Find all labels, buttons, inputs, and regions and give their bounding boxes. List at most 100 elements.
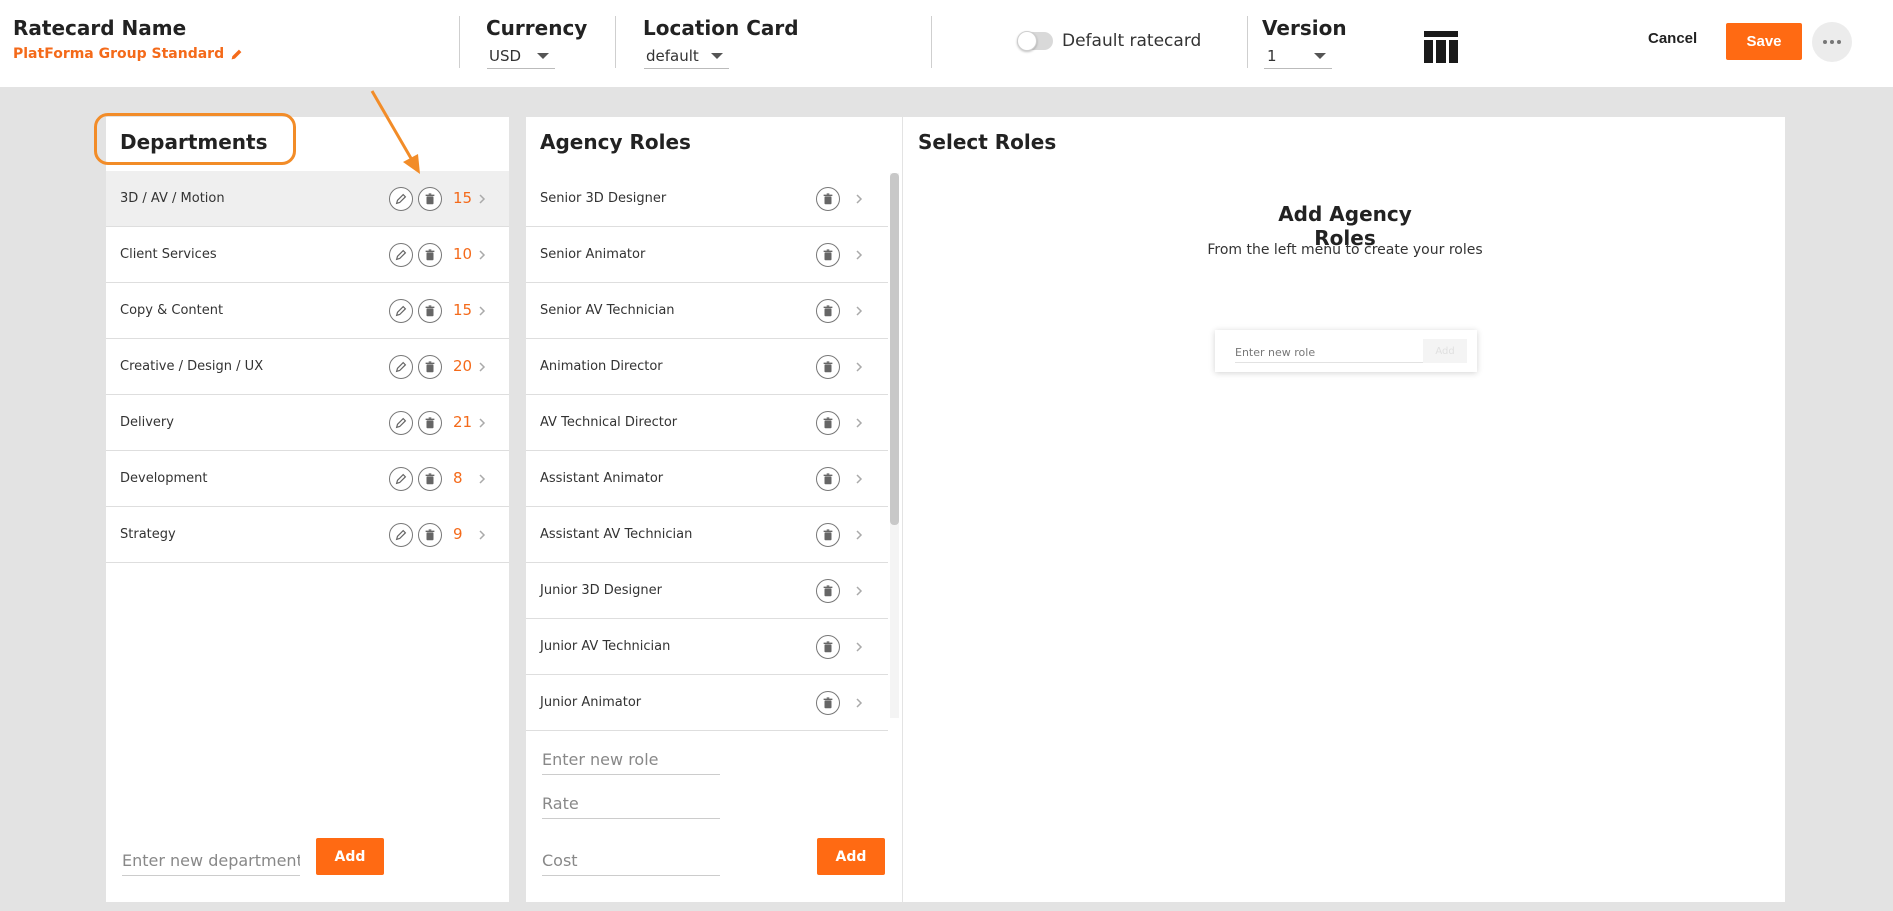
agency-role-row[interactable]: Assistant Animator bbox=[526, 451, 888, 507]
agency-role-label: Junior Animator bbox=[540, 695, 642, 710]
edit-pencil-icon[interactable] bbox=[389, 243, 413, 267]
department-row[interactable]: Creative / Design / UX 20 bbox=[106, 339, 509, 395]
agency-role-row[interactable]: Assistant AV Technician bbox=[526, 507, 888, 563]
agency-role-row[interactable]: Animation Director bbox=[526, 339, 888, 395]
agency-role-row[interactable]: Senior 3D Designer bbox=[526, 171, 888, 227]
empty-state-subtitle: From the left menu to create your roles bbox=[1207, 242, 1483, 258]
new-role-input[interactable] bbox=[542, 745, 720, 775]
department-row[interactable]: Client Services 10 bbox=[106, 227, 509, 283]
agency-role-label: Senior Animator bbox=[540, 247, 646, 262]
agency-role-row[interactable]: Junior Animator bbox=[526, 675, 888, 731]
agency-role-label: Junior 3D Designer bbox=[540, 583, 662, 598]
edit-pencil-icon[interactable] bbox=[389, 187, 413, 211]
edit-pencil-icon[interactable] bbox=[389, 355, 413, 379]
header-divider bbox=[931, 16, 932, 68]
location-card-select[interactable]: default bbox=[644, 43, 729, 69]
delete-trash-icon[interactable] bbox=[816, 187, 840, 211]
agency-role-row[interactable]: Senior AV Technician bbox=[526, 283, 888, 339]
delete-trash-icon[interactable] bbox=[816, 299, 840, 323]
delete-trash-icon[interactable] bbox=[418, 523, 442, 547]
edit-pencil-icon[interactable] bbox=[389, 299, 413, 323]
department-label: Delivery bbox=[120, 415, 174, 430]
currency-select[interactable]: USD bbox=[487, 43, 555, 69]
agency-role-label: Junior AV Technician bbox=[540, 639, 671, 654]
currency-value: USD bbox=[489, 46, 522, 65]
department-label: Development bbox=[120, 471, 208, 486]
department-row[interactable]: Copy & Content 15 bbox=[106, 283, 509, 339]
delete-trash-icon[interactable] bbox=[816, 691, 840, 715]
delete-trash-icon[interactable] bbox=[816, 467, 840, 491]
ratecard-name-text: PlatForma Group Standard bbox=[13, 46, 225, 62]
department-label: Client Services bbox=[120, 247, 217, 262]
role-count-badge: 15 bbox=[453, 189, 473, 207]
table-view-icon[interactable] bbox=[1424, 31, 1458, 63]
department-row[interactable]: Strategy 9 bbox=[106, 507, 509, 563]
delete-trash-icon[interactable] bbox=[816, 411, 840, 435]
delete-trash-icon[interactable] bbox=[816, 523, 840, 547]
chevron-right-icon bbox=[853, 248, 865, 262]
default-ratecard-toggle[interactable] bbox=[1017, 31, 1053, 51]
header-divider bbox=[615, 16, 616, 68]
empty-state-illustration: Enter new role Add bbox=[1215, 330, 1477, 372]
chevron-right-icon bbox=[476, 304, 488, 318]
department-row[interactable]: Development 8 bbox=[106, 451, 509, 507]
agency-role-label: Assistant Animator bbox=[540, 471, 664, 486]
department-label: Copy & Content bbox=[120, 303, 224, 318]
department-row[interactable]: Delivery 21 bbox=[106, 395, 509, 451]
agency-role-row[interactable]: Senior Animator bbox=[526, 227, 888, 283]
delete-trash-icon[interactable] bbox=[816, 635, 840, 659]
delete-trash-icon[interactable] bbox=[816, 579, 840, 603]
role-count-badge: 15 bbox=[453, 301, 473, 319]
cancel-button[interactable]: Cancel bbox=[1648, 30, 1697, 47]
chevron-right-icon bbox=[853, 416, 865, 430]
chevron-down-icon bbox=[1314, 53, 1326, 59]
agency-role-label: Senior AV Technician bbox=[540, 303, 675, 318]
location-card-label: Location Card bbox=[643, 16, 799, 40]
edit-pencil-icon[interactable] bbox=[389, 411, 413, 435]
delete-trash-icon[interactable] bbox=[418, 467, 442, 491]
delete-trash-icon[interactable] bbox=[816, 243, 840, 267]
illustration-input-placeholder: Enter new role bbox=[1235, 346, 1316, 359]
rate-input[interactable] bbox=[542, 789, 720, 819]
department-label: Strategy bbox=[120, 527, 176, 542]
roles-scrollbar[interactable] bbox=[890, 173, 899, 525]
chevron-right-icon bbox=[853, 528, 865, 542]
illustration-add-button: Add bbox=[1423, 339, 1467, 363]
agency-role-row[interactable]: Junior AV Technician bbox=[526, 619, 888, 675]
delete-trash-icon[interactable] bbox=[418, 187, 442, 211]
ellipsis-icon bbox=[1823, 40, 1827, 44]
agency-role-row[interactable]: Junior 3D Designer bbox=[526, 563, 888, 619]
currency-label: Currency bbox=[486, 16, 588, 40]
agency-roles-title: Agency Roles bbox=[540, 130, 691, 154]
chevron-right-icon bbox=[476, 192, 488, 206]
agency-role-row[interactable]: AV Technical Director bbox=[526, 395, 888, 451]
pencil-icon[interactable] bbox=[230, 48, 243, 61]
location-card-value: default bbox=[646, 46, 699, 65]
agency-role-label: Senior 3D Designer bbox=[540, 191, 667, 206]
chevron-right-icon bbox=[476, 472, 488, 486]
cost-input[interactable] bbox=[542, 846, 720, 876]
chevron-right-icon bbox=[853, 696, 865, 710]
delete-trash-icon[interactable] bbox=[418, 411, 442, 435]
add-role-button[interactable]: Add bbox=[817, 838, 885, 875]
save-button[interactable]: Save bbox=[1726, 23, 1802, 60]
delete-trash-icon[interactable] bbox=[418, 355, 442, 379]
delete-trash-icon[interactable] bbox=[816, 355, 840, 379]
new-department-input[interactable] bbox=[122, 846, 300, 876]
header-divider bbox=[459, 16, 460, 68]
agency-role-label: AV Technical Director bbox=[540, 415, 678, 430]
version-select[interactable]: 1 bbox=[1264, 43, 1332, 69]
annotation-arrow-icon bbox=[370, 90, 420, 174]
delete-trash-icon[interactable] bbox=[418, 299, 442, 323]
agency-role-label: Assistant AV Technician bbox=[540, 527, 693, 542]
edit-pencil-icon[interactable] bbox=[389, 467, 413, 491]
chevron-down-icon bbox=[711, 53, 723, 59]
ratecard-name-value[interactable]: PlatForma Group Standard bbox=[13, 46, 243, 62]
add-department-button[interactable]: Add bbox=[316, 838, 384, 875]
chevron-down-icon bbox=[537, 53, 549, 59]
chevron-right-icon bbox=[476, 360, 488, 374]
chevron-right-icon bbox=[476, 248, 488, 262]
more-options-button[interactable] bbox=[1812, 22, 1852, 62]
edit-pencil-icon[interactable] bbox=[389, 523, 413, 547]
delete-trash-icon[interactable] bbox=[418, 243, 442, 267]
